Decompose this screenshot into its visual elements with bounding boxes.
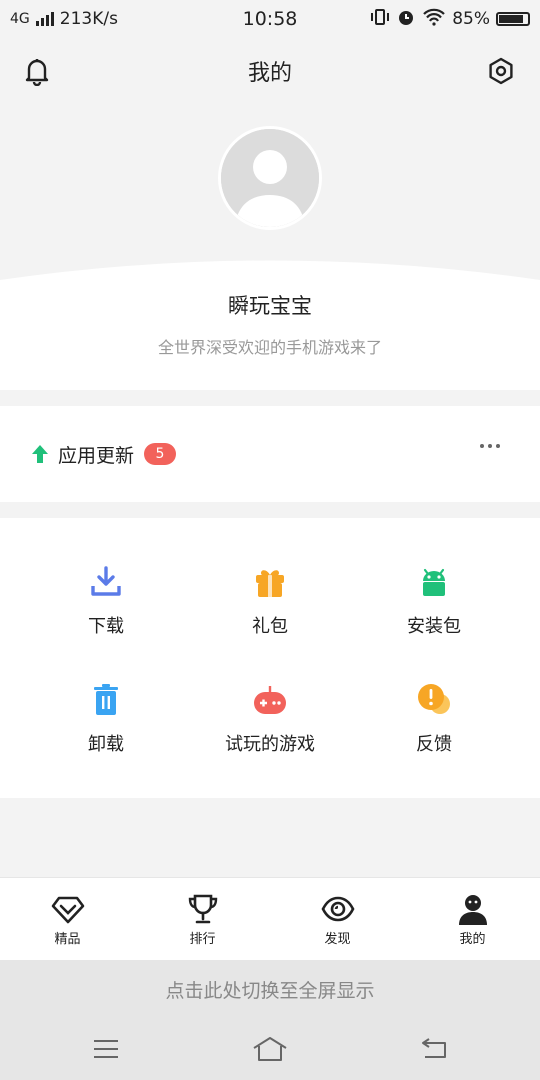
username: 瞬玩宝宝: [228, 294, 312, 318]
eye-icon: [321, 896, 354, 922]
user-icon: [458, 895, 487, 925]
nav-ranking[interactable]: 排行: [135, 878, 270, 961]
home-icon[interactable]: [250, 1032, 290, 1066]
tools-grid: 下载 礼包 安装包 卸载 试玩的游戏 反馈: [0, 518, 540, 798]
bottom-nav: 精品 排行 发现 我的: [0, 877, 540, 961]
nav-label: 发现: [324, 932, 351, 947]
nav-discover[interactable]: 发现: [270, 878, 405, 961]
system-nav-bar: [0, 1018, 540, 1080]
android-icon: [423, 568, 445, 596]
profile-card: [0, 253, 540, 390]
tool-download[interactable]: 下载: [26, 518, 186, 637]
trash-icon: [94, 684, 118, 715]
tool-label: 反馈: [416, 734, 452, 755]
nav-featured[interactable]: 精品: [0, 878, 135, 961]
update-count-badge: 5: [144, 443, 177, 465]
nav-label: 我的: [459, 932, 486, 947]
tool-feedback[interactable]: 反馈: [354, 636, 514, 755]
more-icon[interactable]: [480, 444, 500, 448]
download-icon: [91, 566, 121, 596]
battery-icon: [496, 12, 530, 26]
diamond-icon: [51, 896, 84, 924]
tool-played-games[interactable]: 试玩的游戏: [190, 636, 350, 755]
feedback-icon: [418, 684, 450, 714]
app-updates-label: 应用更新: [58, 444, 135, 467]
battery-percent: 85%: [452, 9, 490, 29]
nav-label: 排行: [189, 932, 216, 947]
page-header: 我的: [0, 38, 540, 104]
network-type: 4G: [10, 11, 30, 27]
profile-tagline: 全世界深受欢迎的手机游戏来了: [157, 338, 382, 357]
tool-label: 试玩的游戏: [225, 734, 315, 755]
nav-mine[interactable]: 我的: [405, 878, 540, 961]
back-icon[interactable]: [414, 1032, 454, 1066]
menu-icon[interactable]: [86, 1032, 126, 1066]
wifi-icon: [422, 8, 446, 31]
arrow-up-icon: [32, 445, 48, 463]
network-speed: 213K/s: [59, 9, 118, 29]
nav-label: 精品: [54, 932, 81, 947]
tool-gift[interactable]: 礼包: [190, 518, 350, 637]
trophy-icon: [188, 894, 217, 924]
avatar[interactable]: [218, 126, 322, 230]
tool-apk[interactable]: 安装包: [354, 518, 514, 637]
vibrate-icon: [370, 8, 390, 31]
tool-uninstall[interactable]: 卸载: [26, 636, 186, 755]
page-title: 我的: [247, 61, 292, 86]
settings-icon[interactable]: [484, 54, 518, 88]
fullscreen-toggle[interactable]: 点击此处切换至全屏显示: [0, 960, 540, 1018]
tool-label: 礼包: [252, 616, 288, 637]
status-bar: 4G 213K/s 10:58 85%: [0, 0, 540, 38]
app-updates-row[interactable]: 应用更新 5: [0, 406, 540, 502]
gift-icon: [256, 570, 284, 597]
bell-icon[interactable]: [20, 54, 54, 88]
tool-label: 卸载: [88, 734, 124, 755]
signal-icon: [35, 12, 54, 26]
tool-label: 下载: [88, 616, 124, 637]
gamepad-icon: [254, 686, 286, 714]
alarm-icon: [396, 7, 416, 32]
tool-label: 安装包: [407, 616, 461, 637]
